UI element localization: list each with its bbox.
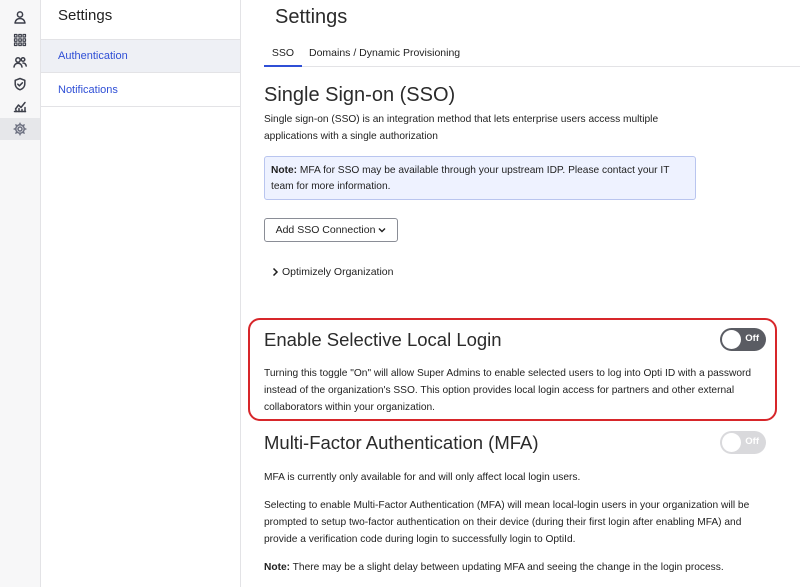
add-sso-connection-label: Add SSO Connection	[275, 224, 376, 236]
mfa-description-line1: Selecting to enable Multi-Factor Authent…	[264, 500, 750, 511]
optimizely-organization-label: Optimizely Organization	[282, 266, 394, 278]
sidebar-title: Settings	[58, 7, 113, 24]
selective-login-heading: Enable Selective Local Login	[264, 329, 502, 350]
toggle-state-label: Off	[745, 333, 759, 344]
chevron-right-icon	[272, 267, 279, 277]
gear-icon[interactable]	[0, 118, 40, 140]
sso-note-label: Note:	[271, 165, 298, 176]
mfa-availability-text: MFA is currently only available for and …	[264, 472, 581, 483]
sso-note-text-line2: team for more information.	[271, 180, 391, 192]
optimizely-organization-row[interactable]: Optimizely Organization	[271, 266, 393, 278]
page-title: Settings	[275, 6, 348, 28]
tab-domains-dynamic-provisioning[interactable]: Domains / Dynamic Provisioning	[309, 40, 460, 67]
selective-login-text-line1: Turning this toggle "On" will allow Supe…	[264, 368, 752, 379]
mfa-note-label: Note:	[264, 562, 291, 573]
toggle-knob	[722, 433, 741, 452]
icon-rail	[0, 0, 41, 587]
toggle-knob	[722, 330, 741, 349]
sidebar-item-notifications[interactable]: Notifications	[41, 73, 240, 107]
tab-bar: SSO Domains / Dynamic Provisioning	[264, 40, 800, 67]
sso-note-text-line1: MFA for SSO may be available through you…	[297, 165, 670, 176]
tab-sso[interactable]: SSO	[264, 40, 302, 67]
sidebar-item-label: Notifications	[58, 83, 118, 96]
main-content: Settings SSO Domains / Dynamic Provision…	[241, 0, 800, 587]
mfa-description-line2: prompted to setup two-factor authenticat…	[264, 517, 742, 528]
shield-icon[interactable]	[0, 73, 40, 95]
mfa-note: Note: There may be a slight delay betwee…	[264, 560, 724, 577]
chevron-down-icon	[378, 228, 386, 233]
sso-description-line1: Single sign-on (SSO) is an integration m…	[264, 114, 659, 125]
selective-login-toggle[interactable]: Off	[720, 328, 766, 351]
users-icon[interactable]	[0, 51, 40, 73]
sidebar-item-label: Authentication	[58, 50, 128, 62]
selective-login-text-line2: instead of the organization's SSO. This …	[264, 385, 735, 396]
sso-note-box: Note: MFA for SSO may be available throu…	[264, 156, 696, 200]
mfa-note-text: There may be a slight delay between upda…	[290, 562, 724, 573]
grid-icon[interactable]	[0, 29, 40, 51]
sidebar-item-authentication[interactable]: Authentication	[41, 39, 240, 73]
sso-heading: Single Sign-on (SSO)	[264, 84, 456, 106]
add-sso-connection-button[interactable]: Add SSO Connection	[264, 218, 398, 242]
settings-sidebar: Settings Authentication Notifications	[41, 0, 241, 587]
sso-description-line2: applications with a single authorization	[264, 131, 438, 142]
selective-login-text-line3: collaborators within your organization.	[264, 402, 436, 413]
mfa-description-line3: provide a verification code during login…	[264, 534, 576, 545]
analytics-icon[interactable]	[0, 95, 40, 117]
toggle-state-label: Off	[745, 436, 759, 447]
mfa-heading: Multi-Factor Authentication (MFA)	[264, 432, 539, 453]
mfa-toggle[interactable]: Off	[720, 431, 766, 454]
user-icon[interactable]	[0, 6, 40, 28]
